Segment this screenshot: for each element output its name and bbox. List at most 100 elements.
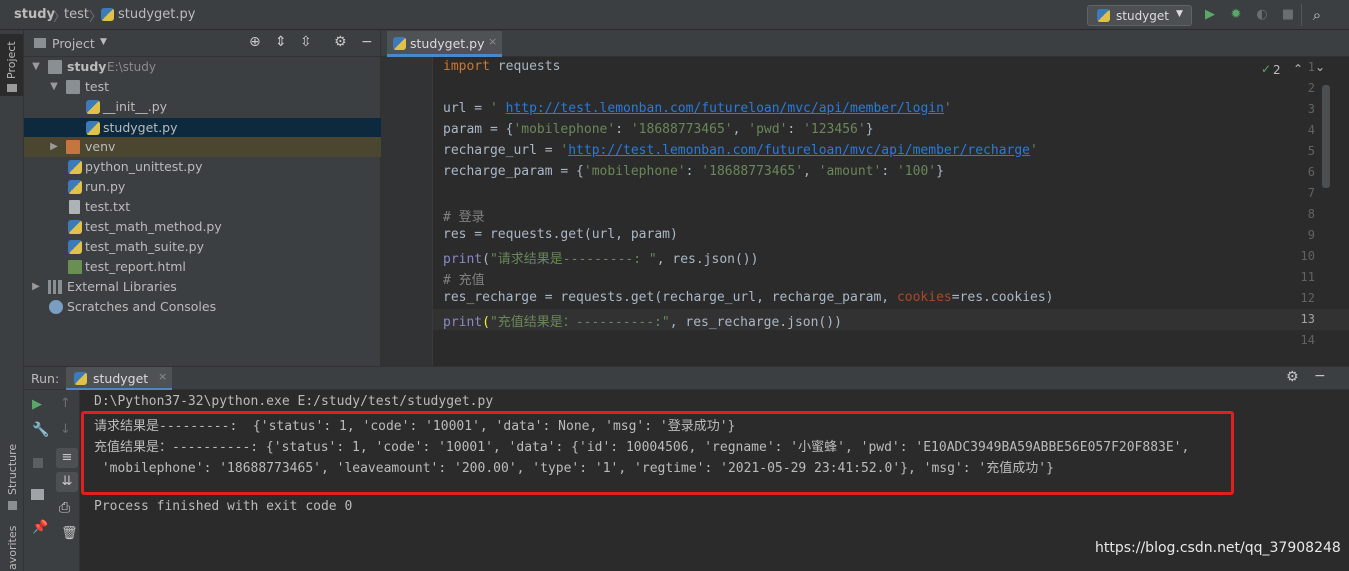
html-file-icon (68, 260, 82, 274)
code-line: param = {'mobilephone': '18688773465', '… (443, 122, 874, 137)
structure-icon (8, 501, 17, 510)
layout-icon[interactable] (31, 489, 44, 500)
run-tab-label: studyget (93, 371, 149, 386)
package-folder-icon (66, 80, 80, 94)
folder-icon (48, 60, 62, 74)
close-icon[interactable]: × (158, 370, 167, 383)
tree-item-scratches[interactable]: Scratches and Consoles (24, 297, 381, 317)
chevron-down-icon[interactable]: ⌄ (1315, 60, 1325, 74)
soft-wrap-icon[interactable]: ≡ (56, 448, 78, 468)
debug-icon[interactable]: ✹ (1227, 6, 1245, 24)
gear-icon[interactable]: ⚙ (1286, 369, 1299, 385)
line-number-gutter (381, 57, 433, 366)
tree-item-test-txt[interactable]: test.txt (24, 197, 381, 217)
console-line: Process finished with exit code 0 (94, 499, 353, 514)
chevron-down-icon: ▼ (1176, 9, 1183, 19)
tree-item-external-libraries[interactable]: ▶ External Libraries (24, 277, 381, 297)
pin-icon[interactable]: 📌 (32, 520, 48, 535)
scroll-to-end-icon[interactable]: ⇊ (56, 472, 78, 492)
tree-item-label: venv (85, 139, 116, 154)
breadcrumb-root[interactable]: study (14, 7, 55, 22)
gear-icon[interactable]: ⚙ (334, 34, 347, 50)
stop-icon[interactable] (33, 458, 43, 468)
tree-item-path: E:\study (107, 60, 156, 74)
chevron-right-icon[interactable]: ▶ (30, 277, 42, 297)
locate-file-icon[interactable]: ⊕ (249, 34, 261, 50)
collapse-all-icon[interactable]: ⇳ (300, 34, 312, 50)
code-line: print("充值结果是：----------:", res_recharge.… (443, 315, 842, 330)
tree-item-test-report-html[interactable]: test_report.html (24, 257, 381, 277)
tree-item-study[interactable]: ▼ study E:\study (24, 57, 381, 77)
run-configuration-select[interactable]: studyget ▼ (1087, 5, 1192, 26)
run-icon[interactable]: ▶ (1201, 6, 1219, 24)
arrow-up-icon[interactable]: ↑ (60, 396, 71, 411)
print-icon[interactable]: ⎙ (59, 500, 70, 516)
arrow-down-icon[interactable]: ↓ (60, 422, 71, 437)
stop-icon[interactable]: ■ (1279, 6, 1297, 24)
project-panel-header: Project ▼ ⊕ ⇕ ⇳ ⚙ − (24, 30, 381, 57)
project-tool-button[interactable]: Project (0, 34, 23, 96)
line-number: 10 (1300, 249, 1315, 263)
python-file-icon (86, 121, 100, 135)
tree-item-test-math-suite-py[interactable]: test_math_suite.py (24, 237, 381, 257)
line-number: 12 (1300, 291, 1315, 305)
wrench-icon[interactable]: 🔧 (32, 422, 49, 438)
python-file-icon (68, 180, 82, 194)
project-view-title[interactable]: Project (52, 36, 95, 51)
favorites-tool-button[interactable]: avorites (0, 525, 23, 571)
tree-item-python-unittest-py[interactable]: python_unittest.py (24, 157, 381, 177)
code-line: res_recharge = requests.get(recharge_url… (443, 290, 1054, 305)
python-file-icon (68, 240, 82, 254)
python-file-icon (68, 220, 82, 234)
highlight-annotation-box (81, 411, 1234, 495)
project-panel: Project ▼ ⊕ ⇕ ⇳ ⚙ − ▼ study E:\study ▼ t… (24, 30, 381, 366)
expand-all-icon[interactable]: ⇕ (275, 34, 287, 50)
code-line: # 充值 (443, 273, 485, 288)
chevron-down-icon[interactable]: ▼ (48, 77, 60, 97)
line-number: 9 (1307, 228, 1315, 242)
favorites-tool-label: avorites (6, 525, 19, 570)
line-number: 6 (1307, 165, 1315, 179)
editor-scrollbar[interactable] (1322, 85, 1330, 188)
minimize-icon[interactable]: − (1314, 368, 1326, 384)
minimize-icon[interactable]: − (361, 34, 373, 50)
rerun-icon[interactable]: ▶ (32, 397, 42, 412)
coverage-icon[interactable]: ◐ (1253, 6, 1271, 24)
tree-item-test-math-method-py[interactable]: test_math_method.py (24, 217, 381, 237)
run-tab-studyget[interactable]: studyget × (66, 367, 172, 390)
tree-item-label: test_math_suite.py (85, 239, 204, 254)
chevron-down-icon[interactable]: ▼ (100, 37, 107, 47)
code-editor[interactable]: ✓ 2 ⌃ ⌄ 1 2 3 4 5 6 7 8 9 10 11 12 13 14… (381, 57, 1349, 366)
tree-item-label: test_math_method.py (85, 219, 222, 234)
breadcrumb-folder[interactable]: test (64, 7, 89, 22)
breadcrumb-file[interactable]: studyget.py (118, 7, 195, 22)
tree-item-venv[interactable]: ▶ venv (24, 137, 381, 157)
tree-item-test[interactable]: ▼ test (24, 77, 381, 97)
toolbar-divider (1301, 4, 1302, 26)
tree-item-run-py[interactable]: run.py (24, 177, 381, 197)
run-toolbar: ▶ ↑ 🔧 ↓ ≡ ⇊ ⎙ 📌 🗑 (24, 390, 80, 571)
inspection-check-icon[interactable]: ✓ (1261, 62, 1271, 76)
line-number: 1 (1307, 60, 1315, 74)
trash-icon[interactable]: 🗑 (61, 526, 78, 541)
chevron-down-icon[interactable]: ▼ (30, 57, 42, 77)
search-icon[interactable]: ⌕ (1308, 6, 1326, 24)
editor-tab-studyget[interactable]: studyget.py × (387, 31, 502, 57)
tree-item-label: test.txt (85, 199, 131, 214)
line-number: 7 (1307, 186, 1315, 200)
close-icon[interactable]: × (488, 35, 497, 48)
tree-item-studyget-py[interactable]: studyget.py (24, 118, 381, 138)
structure-tool-button[interactable]: Structure (0, 440, 23, 510)
editor-tab-bar: studyget.py × (381, 30, 1349, 57)
tree-item-label: studyget.py (103, 120, 178, 135)
python-icon (74, 372, 87, 385)
scratches-icon (49, 300, 63, 314)
python-file-icon (86, 100, 100, 114)
tree-item-init-py[interactable]: __init__.py (24, 97, 381, 117)
line-number: 13 (1300, 312, 1315, 326)
python-file-icon (393, 37, 406, 50)
tree-item-label: External Libraries (67, 279, 177, 294)
folder-icon (7, 84, 17, 92)
watermark: https://blog.csdn.net/qq_37908248 (1095, 540, 1341, 556)
chevron-right-icon[interactable]: ▶ (48, 137, 60, 157)
